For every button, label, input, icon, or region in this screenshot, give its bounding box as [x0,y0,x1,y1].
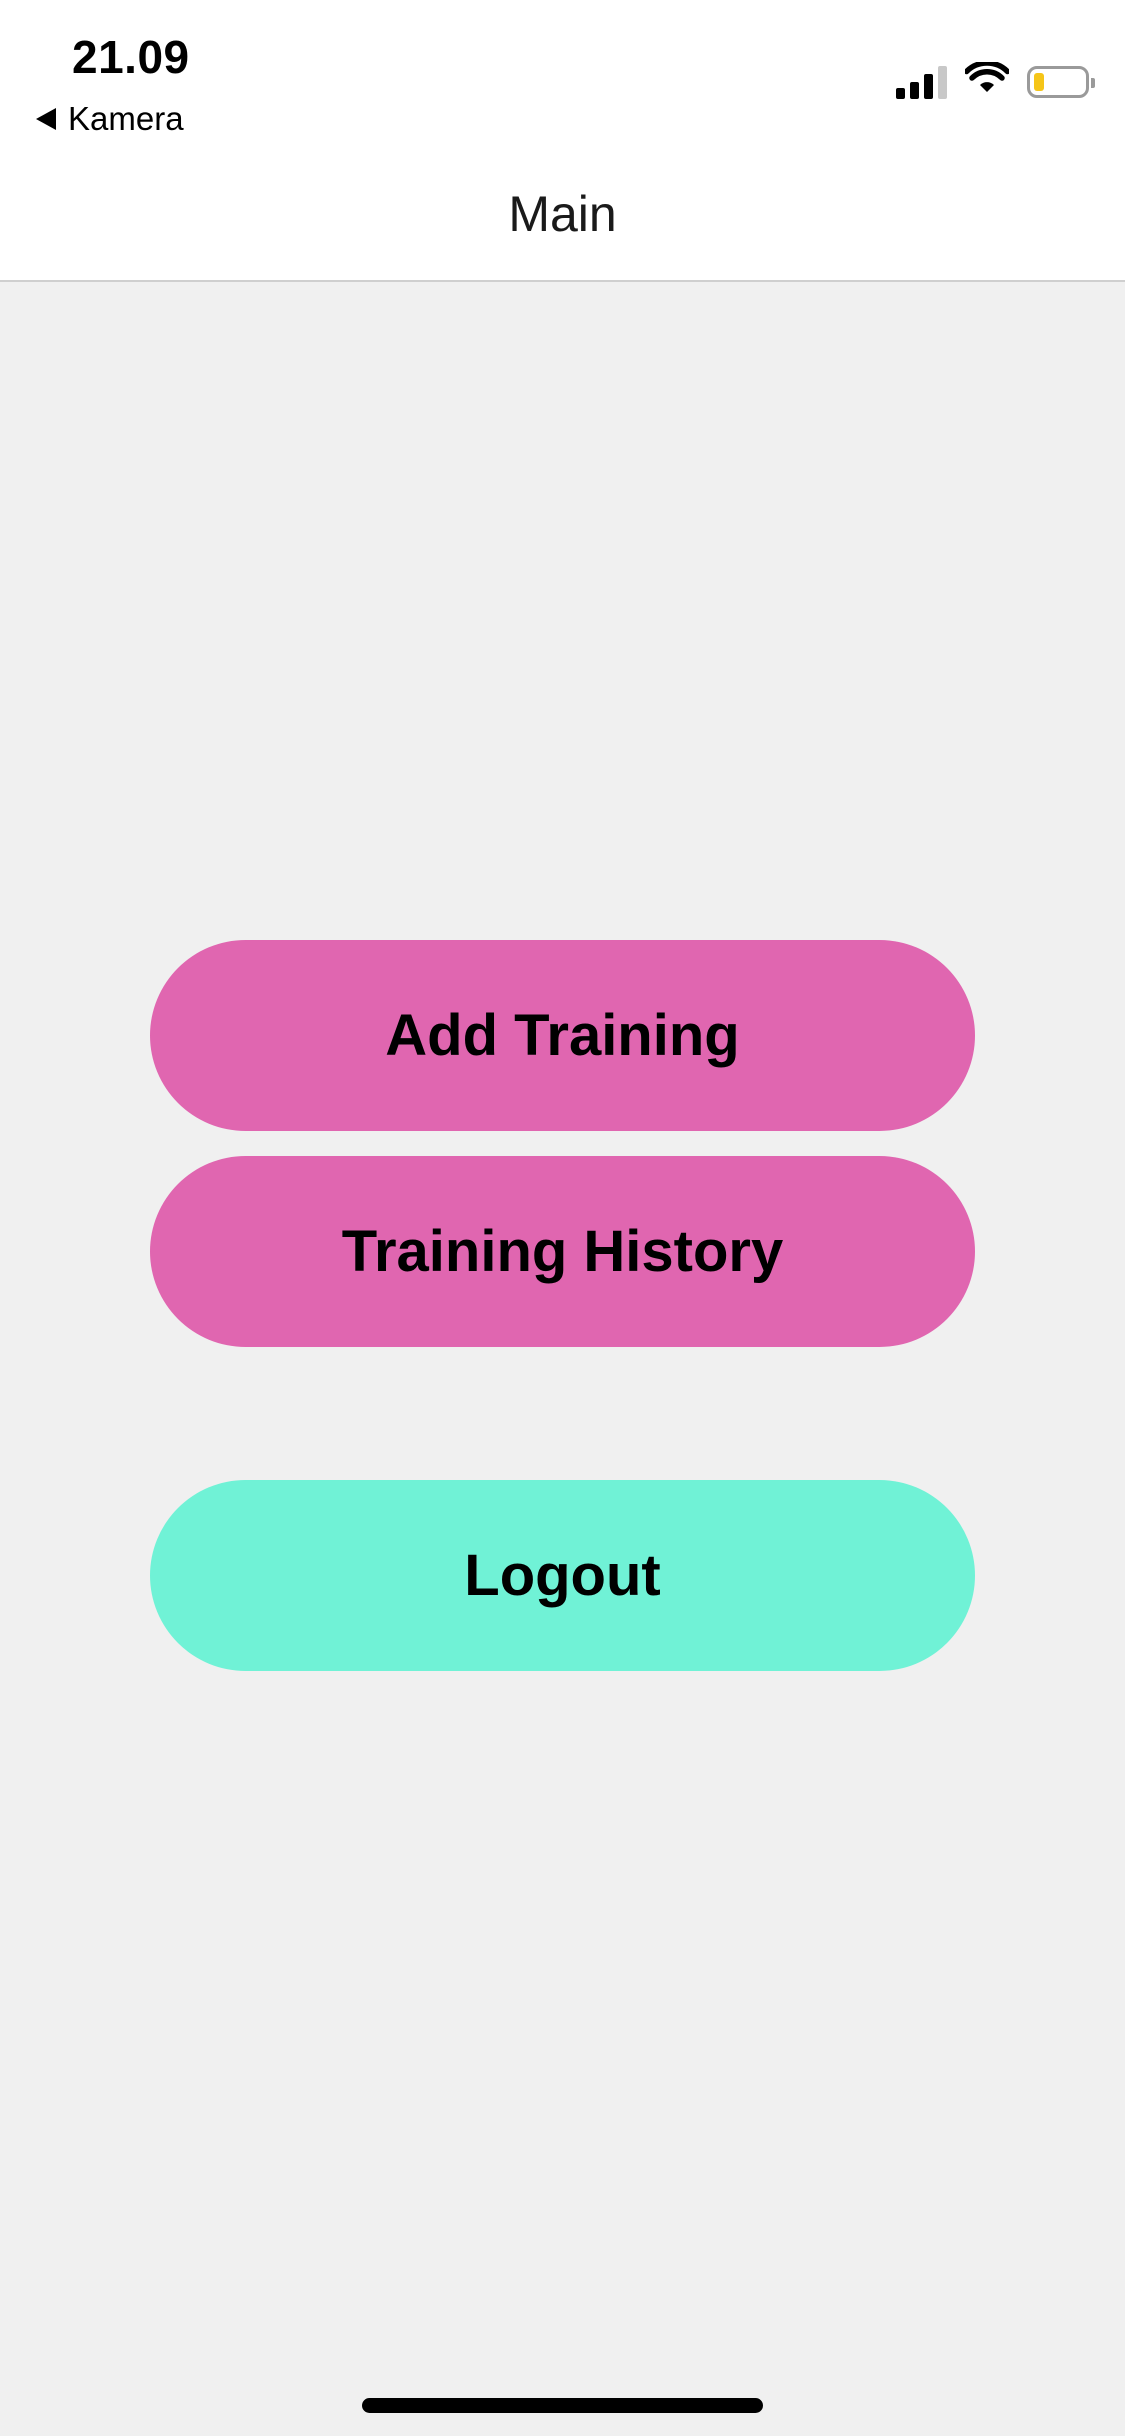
logout-button[interactable]: Logout [150,1480,975,1671]
back-to-app-link[interactable]: Kamera [36,100,184,138]
status-time: 21.09 [72,31,190,83]
top-bar: 21.09 Kamera Main [0,0,1125,282]
wifi-icon [963,60,1011,101]
status-icons [896,60,1095,101]
training-history-button[interactable]: Training History [150,1156,975,1347]
main-screen: 21.09 Kamera Main Add Training Training … [0,0,1125,2436]
back-app-label: Kamera [68,100,184,137]
battery-icon [1027,65,1095,98]
back-triangle-icon [36,108,56,130]
page-title: Main [508,186,617,242]
cellular-signal-icon [896,65,947,99]
home-indicator[interactable] [362,2398,763,2413]
add-training-button[interactable]: Add Training [150,940,975,1131]
